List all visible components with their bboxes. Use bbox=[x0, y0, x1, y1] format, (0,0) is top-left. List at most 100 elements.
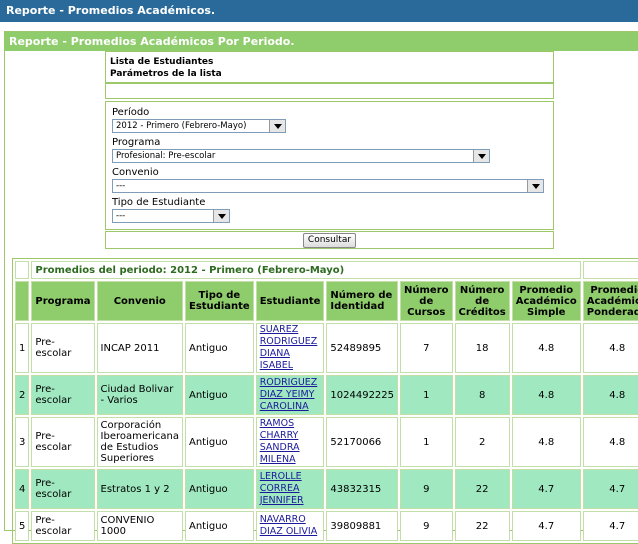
cell-identidad: 43832315 bbox=[326, 469, 399, 509]
cell-ponderado: 4.7 bbox=[582, 511, 638, 541]
table-row: 3 Pre-escolar Corporación Iberoamericana d… bbox=[15, 417, 638, 467]
tipo-label: Tipo de Estudiante bbox=[112, 197, 206, 208]
report-header: Reporte - Promedios Académicos Por Perio… bbox=[5, 32, 638, 51]
tipo-select[interactable]: --- bbox=[112, 209, 230, 223]
header-simple: Promedio Académico Simple bbox=[511, 281, 581, 321]
cell-n: 5 bbox=[15, 511, 30, 541]
cell-convenio: INCAP 2011 bbox=[96, 323, 183, 373]
cell-estudiante: SUAREZ RODRIGUEZ DIANA ISABEL bbox=[255, 323, 325, 373]
header-ponderado: Promedio Académico Ponderado bbox=[582, 281, 638, 321]
table-row: 1 Pre-escolar INCAP 2011 Antiguo SUAREZ RODR… bbox=[15, 323, 638, 373]
cell-programa: Pre-escolar bbox=[31, 323, 95, 373]
tipo-value: --- bbox=[116, 211, 126, 221]
cell-simple: 4.7 bbox=[511, 469, 581, 509]
cell-estudiante: NAVARRO DIAZ OLIVIA bbox=[255, 511, 325, 541]
convenio-select[interactable]: --- bbox=[112, 179, 544, 193]
cell-simple: 4.7 bbox=[511, 511, 581, 541]
list-subtitle: Parámetros de la lista bbox=[110, 69, 222, 79]
cell-n: 1 bbox=[15, 323, 30, 373]
cell-ponderado: 4.8 bbox=[582, 375, 638, 415]
blank-cell bbox=[15, 261, 30, 279]
cell-programa: Pre-escolar bbox=[31, 417, 95, 467]
list-title: Lista de Estudiantes bbox=[110, 57, 214, 67]
cell-identidad: 39809881 bbox=[326, 511, 399, 541]
cell-tipo: Antiguo bbox=[184, 417, 254, 467]
programa-select[interactable]: Profesional: Pre-escolar bbox=[112, 149, 490, 163]
cell-programa: Pre-escolar bbox=[31, 511, 95, 541]
cell-simple: 4.8 bbox=[511, 375, 581, 415]
cell-convenio: Estratos 1 y 2 bbox=[96, 469, 183, 509]
cell-cursos: 1 bbox=[400, 375, 453, 415]
cell-convenio: CONVENIO 1000 bbox=[96, 511, 183, 541]
student-link[interactable]: NAVARRO DIAZ OLIVIA bbox=[260, 514, 318, 537]
averages-table: Promedios del periodo: 2012 - Primero (F… bbox=[12, 258, 638, 544]
cell-simple: 4.8 bbox=[511, 417, 581, 467]
periodo-value: 2012 - Primero (Febrero-Mayo) bbox=[116, 121, 247, 131]
cell-creditos: 2 bbox=[454, 417, 510, 467]
consultar-button[interactable]: Consultar bbox=[302, 232, 357, 248]
cell-ponderado: 4.8 bbox=[582, 323, 638, 373]
table-row: 5 Pre-escolar CONVENIO 1000 Antiguo NAVARRO … bbox=[15, 511, 638, 541]
header-tipo: Tipo de Estudiante bbox=[184, 281, 254, 321]
chevron-down-icon[interactable] bbox=[527, 180, 543, 192]
header-estudiante: Estudiante bbox=[255, 281, 325, 321]
cell-estudiante: RAMOS CHARRY SANDRA MILENA bbox=[255, 417, 325, 467]
cell-n: 4 bbox=[15, 469, 30, 509]
window-title: Reporte - Promedios Académicos. bbox=[0, 0, 638, 22]
programa-label: Programa bbox=[112, 137, 161, 148]
cell-convenio: Ciudad Bolivar - Varios bbox=[96, 375, 183, 415]
cell-tipo: Antiguo bbox=[184, 375, 254, 415]
header-cursos: Número de Cursos bbox=[400, 281, 453, 321]
button-row: Consultar bbox=[105, 231, 554, 249]
period-title: Promedios del periodo: 2012 - Primero (F… bbox=[31, 261, 581, 279]
cell-cursos: 1 bbox=[400, 417, 453, 467]
cell-ponderado: 4.8 bbox=[582, 417, 638, 467]
student-link[interactable]: RAMOS CHARRY SANDRA MILENA bbox=[260, 418, 300, 465]
column-header-row: Programa Convenio Tipo de Estudiante Est… bbox=[15, 281, 638, 321]
cell-simple: 4.8 bbox=[511, 323, 581, 373]
cell-cursos: 7 bbox=[400, 323, 453, 373]
cell-creditos: 18 bbox=[454, 323, 510, 373]
cell-n: 3 bbox=[15, 417, 30, 467]
cell-tipo: Antiguo bbox=[184, 323, 254, 373]
chevron-down-icon[interactable] bbox=[269, 120, 285, 132]
cell-ponderado: 4.7 bbox=[582, 469, 638, 509]
cell-creditos: 22 bbox=[454, 469, 510, 509]
list-info-box: Lista de Estudiantes Parámetros de la li… bbox=[105, 51, 554, 83]
cell-creditos: 22 bbox=[454, 511, 510, 541]
cell-identidad: 1024492225 bbox=[326, 375, 399, 415]
convenio-value: --- bbox=[116, 181, 126, 191]
cell-programa: Pre-escolar bbox=[31, 469, 95, 509]
chevron-down-icon[interactable] bbox=[213, 210, 229, 222]
header-creditos: Número de Créditos bbox=[454, 281, 510, 321]
blank-cell bbox=[582, 261, 638, 279]
cell-cursos: 9 bbox=[400, 511, 453, 541]
cell-convenio: Corporación Iberoamericana de Estudios S… bbox=[96, 417, 183, 467]
header-convenio: Convenio bbox=[96, 281, 183, 321]
cell-identidad: 52170066 bbox=[326, 417, 399, 467]
student-link[interactable]: SUAREZ RODRIGUEZ DIANA ISABEL bbox=[260, 324, 318, 371]
cell-estudiante: RODRIGUEZ DIAZ YEIMY CAROLINA bbox=[255, 375, 325, 415]
cell-estudiante: LEROLLE CORREA JENNIFER bbox=[255, 469, 325, 509]
header-index bbox=[15, 281, 30, 321]
spacer-box bbox=[105, 83, 554, 99]
periodo-select[interactable]: 2012 - Primero (Febrero-Mayo) bbox=[112, 119, 286, 133]
programa-value: Profesional: Pre-escolar bbox=[116, 151, 216, 161]
period-title-row: Promedios del periodo: 2012 - Primero (F… bbox=[15, 261, 638, 279]
parameters-box: Período 2012 - Primero (Febrero-Mayo) Pr… bbox=[105, 101, 554, 230]
header-programa: Programa bbox=[31, 281, 95, 321]
table-row: 4 Pre-escolar Estratos 1 y 2 Antiguo LEROLLE… bbox=[15, 469, 638, 509]
table-row: 2 Pre-escolar Ciudad Bolivar - Varios Antig… bbox=[15, 375, 638, 415]
cell-cursos: 9 bbox=[400, 469, 453, 509]
cell-tipo: Antiguo bbox=[184, 511, 254, 541]
cell-creditos: 8 bbox=[454, 375, 510, 415]
cell-n: 2 bbox=[15, 375, 30, 415]
periodo-label: Período bbox=[112, 107, 150, 118]
student-link[interactable]: RODRIGUEZ DIAZ YEIMY CAROLINA bbox=[260, 377, 318, 412]
header-identidad: Número de Identidad bbox=[326, 281, 399, 321]
cell-tipo: Antiguo bbox=[184, 469, 254, 509]
chevron-down-icon[interactable] bbox=[473, 150, 489, 162]
cell-identidad: 52489895 bbox=[326, 323, 399, 373]
convenio-label: Convenio bbox=[112, 167, 159, 178]
student-link[interactable]: LEROLLE CORREA JENNIFER bbox=[260, 471, 304, 506]
